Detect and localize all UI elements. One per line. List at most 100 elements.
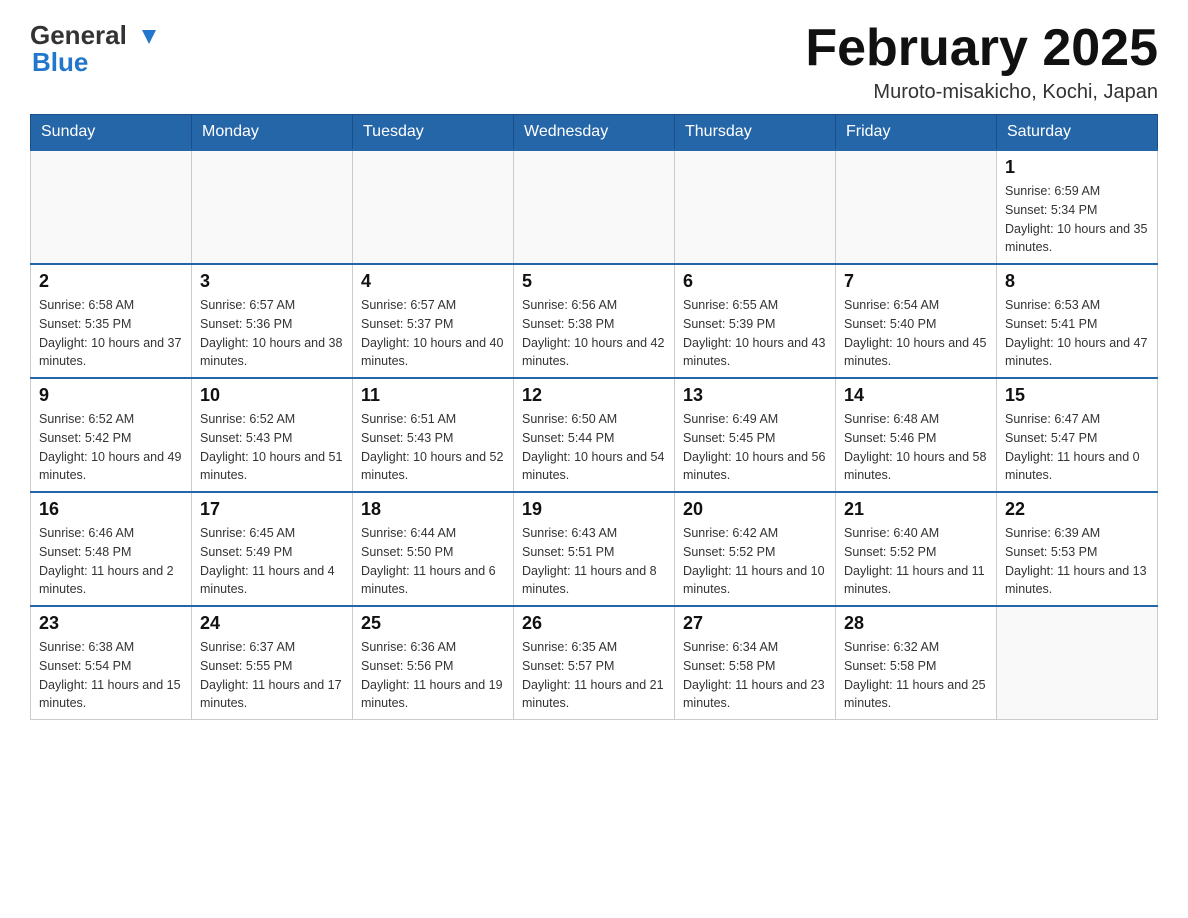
- day-number: 9: [39, 385, 183, 406]
- calendar-day: [675, 150, 836, 264]
- calendar-day: 15 Sunrise: 6:47 AMSunset: 5:47 PMDayligh…: [997, 378, 1158, 492]
- day-number: 10: [200, 385, 344, 406]
- sun-info: Sunrise: 6:55 AMSunset: 5:39 PMDaylight:…: [683, 296, 827, 371]
- day-number: 8: [1005, 271, 1149, 292]
- sun-info: Sunrise: 6:37 AMSunset: 5:55 PMDaylight:…: [200, 638, 344, 713]
- calendar-day: 12 Sunrise: 6:50 AMSunset: 5:44 PMDayligh…: [514, 378, 675, 492]
- sun-info: Sunrise: 6:32 AMSunset: 5:58 PMDaylight:…: [844, 638, 988, 713]
- sun-info: Sunrise: 6:44 AMSunset: 5:50 PMDaylight:…: [361, 524, 505, 599]
- calendar-day: 25 Sunrise: 6:36 AMSunset: 5:56 PMDayligh…: [353, 606, 514, 720]
- calendar-week-row: 2 Sunrise: 6:58 AMSunset: 5:35 PMDaylight…: [31, 264, 1158, 378]
- day-number: 2: [39, 271, 183, 292]
- sun-info: Sunrise: 6:39 AMSunset: 5:53 PMDaylight:…: [1005, 524, 1149, 599]
- day-number: 19: [522, 499, 666, 520]
- sun-info: Sunrise: 6:34 AMSunset: 5:58 PMDaylight:…: [683, 638, 827, 713]
- calendar-day: 18 Sunrise: 6:44 AMSunset: 5:50 PMDayligh…: [353, 492, 514, 606]
- page-header: General Blue February 2025 Muroto-misaki…: [30, 20, 1158, 104]
- day-number: 15: [1005, 385, 1149, 406]
- calendar-table: SundayMondayTuesdayWednesdayThursdayFrid…: [30, 114, 1158, 720]
- calendar-day: 11 Sunrise: 6:51 AMSunset: 5:43 PMDayligh…: [353, 378, 514, 492]
- calendar-day: 3 Sunrise: 6:57 AMSunset: 5:36 PMDaylight…: [192, 264, 353, 378]
- day-number: 6: [683, 271, 827, 292]
- sun-info: Sunrise: 6:56 AMSunset: 5:38 PMDaylight:…: [522, 296, 666, 371]
- calendar-week-row: 9 Sunrise: 6:52 AMSunset: 5:42 PMDaylight…: [31, 378, 1158, 492]
- calendar-day: [192, 150, 353, 264]
- calendar-day: [514, 150, 675, 264]
- sun-info: Sunrise: 6:54 AMSunset: 5:40 PMDaylight:…: [844, 296, 988, 371]
- day-number: 23: [39, 613, 183, 634]
- day-number: 1: [1005, 157, 1149, 178]
- day-number: 11: [361, 385, 505, 406]
- month-title: February 2025: [805, 20, 1158, 77]
- calendar-header-saturday: Saturday: [997, 115, 1158, 151]
- calendar-day: 8Sunrise: 6:53 AMSunset: 5:41 PMDaylight…: [997, 264, 1158, 378]
- sun-info: Sunrise: 6:43 AMSunset: 5:51 PMDaylight:…: [522, 524, 666, 599]
- calendar-day: 17 Sunrise: 6:45 AMSunset: 5:49 PMDayligh…: [192, 492, 353, 606]
- sun-info: Sunrise: 6:42 AMSunset: 5:52 PMDaylight:…: [683, 524, 827, 599]
- sun-info: Sunrise: 6:57 AMSunset: 5:37 PMDaylight:…: [361, 296, 505, 371]
- calendar-day: 6 Sunrise: 6:55 AMSunset: 5:39 PMDaylight…: [675, 264, 836, 378]
- calendar-day: [353, 150, 514, 264]
- day-number: 4: [361, 271, 505, 292]
- sun-info: Sunrise: 6:50 AMSunset: 5:44 PMDaylight:…: [522, 410, 666, 485]
- calendar-day: 27 Sunrise: 6:34 AMSunset: 5:58 PMDayligh…: [675, 606, 836, 720]
- day-number: 3: [200, 271, 344, 292]
- calendar-day: [997, 606, 1158, 720]
- calendar-day: 28Sunrise: 6:32 AMSunset: 5:58 PMDayligh…: [836, 606, 997, 720]
- calendar-header-thursday: Thursday: [675, 115, 836, 151]
- day-number: 16: [39, 499, 183, 520]
- location: Muroto-misakicho, Kochi, Japan: [805, 81, 1158, 104]
- calendar-day: 26Sunrise: 6:35 AMSunset: 5:57 PMDayligh…: [514, 606, 675, 720]
- calendar-day: 19 Sunrise: 6:43 AMSunset: 5:51 PMDayligh…: [514, 492, 675, 606]
- sun-info: Sunrise: 6:45 AMSunset: 5:49 PMDaylight:…: [200, 524, 344, 599]
- logo-blue: Blue: [32, 47, 88, 77]
- day-number: 22: [1005, 499, 1149, 520]
- calendar-day: 13 Sunrise: 6:49 AMSunset: 5:45 PMDayligh…: [675, 378, 836, 492]
- day-number: 24: [200, 613, 344, 634]
- calendar-day: 10 Sunrise: 6:52 AMSunset: 5:43 PMDayligh…: [192, 378, 353, 492]
- title-section: February 2025 Muroto-misakicho, Kochi, J…: [805, 20, 1158, 104]
- day-number: 17: [200, 499, 344, 520]
- day-number: 25: [361, 613, 505, 634]
- calendar-day: 16 Sunrise: 6:46 AMSunset: 5:48 PMDayligh…: [31, 492, 192, 606]
- calendar-day: 23 Sunrise: 6:38 AMSunset: 5:54 PMDayligh…: [31, 606, 192, 720]
- sun-info: Sunrise: 6:35 AMSunset: 5:57 PMDaylight:…: [522, 638, 666, 713]
- day-number: 14: [844, 385, 988, 406]
- sun-info: Sunrise: 6:36 AMSunset: 5:56 PMDaylight:…: [361, 638, 505, 713]
- sun-info: Sunrise: 6:47 AMSunset: 5:47 PMDaylight:…: [1005, 410, 1149, 485]
- calendar-day: 24 Sunrise: 6:37 AMSunset: 5:55 PMDayligh…: [192, 606, 353, 720]
- day-number: 7: [844, 271, 988, 292]
- sun-info: Sunrise: 6:52 AMSunset: 5:42 PMDaylight:…: [39, 410, 183, 485]
- calendar-day: 14 Sunrise: 6:48 AMSunset: 5:46 PMDayligh…: [836, 378, 997, 492]
- day-number: 13: [683, 385, 827, 406]
- calendar-day: 5 Sunrise: 6:56 AMSunset: 5:38 PMDaylight…: [514, 264, 675, 378]
- calendar-day: [31, 150, 192, 264]
- day-number: 27: [683, 613, 827, 634]
- calendar-day: 20 Sunrise: 6:42 AMSunset: 5:52 PMDayligh…: [675, 492, 836, 606]
- sun-info: Sunrise: 6:46 AMSunset: 5:48 PMDaylight:…: [39, 524, 183, 599]
- day-number: 12: [522, 385, 666, 406]
- calendar-header-monday: Monday: [192, 115, 353, 151]
- day-number: 20: [683, 499, 827, 520]
- calendar-week-row: 23 Sunrise: 6:38 AMSunset: 5:54 PMDayligh…: [31, 606, 1158, 720]
- sun-info: Sunrise: 6:49 AMSunset: 5:45 PMDaylight:…: [683, 410, 827, 485]
- day-number: 5: [522, 271, 666, 292]
- calendar-day: 4 Sunrise: 6:57 AMSunset: 5:37 PMDaylight…: [353, 264, 514, 378]
- sun-info: Sunrise: 6:48 AMSunset: 5:46 PMDaylight:…: [844, 410, 988, 485]
- calendar-day: 2 Sunrise: 6:58 AMSunset: 5:35 PMDaylight…: [31, 264, 192, 378]
- calendar-day: 1 Sunrise: 6:59 AMSunset: 5:34 PMDaylight…: [997, 150, 1158, 264]
- calendar-day: 7 Sunrise: 6:54 AMSunset: 5:40 PMDaylight…: [836, 264, 997, 378]
- sun-info: Sunrise: 6:38 AMSunset: 5:54 PMDaylight:…: [39, 638, 183, 713]
- day-number: 18: [361, 499, 505, 520]
- calendar-week-row: 1 Sunrise: 6:59 AMSunset: 5:34 PMDaylight…: [31, 150, 1158, 264]
- sun-info: Sunrise: 6:59 AMSunset: 5:34 PMDaylight:…: [1005, 182, 1149, 257]
- sun-info: Sunrise: 6:51 AMSunset: 5:43 PMDaylight:…: [361, 410, 505, 485]
- day-number: 21: [844, 499, 988, 520]
- calendar-day: 21 Sunrise: 6:40 AMSunset: 5:52 PMDayligh…: [836, 492, 997, 606]
- sun-info: Sunrise: 6:40 AMSunset: 5:52 PMDaylight:…: [844, 524, 988, 599]
- calendar-header-wednesday: Wednesday: [514, 115, 675, 151]
- sun-info: Sunrise: 6:57 AMSunset: 5:36 PMDaylight:…: [200, 296, 344, 371]
- calendar-day: 22 Sunrise: 6:39 AMSunset: 5:53 PMDayligh…: [997, 492, 1158, 606]
- sun-info: Sunrise: 6:52 AMSunset: 5:43 PMDaylight:…: [200, 410, 344, 485]
- sun-info: Sunrise: 6:58 AMSunset: 5:35 PMDaylight:…: [39, 296, 183, 371]
